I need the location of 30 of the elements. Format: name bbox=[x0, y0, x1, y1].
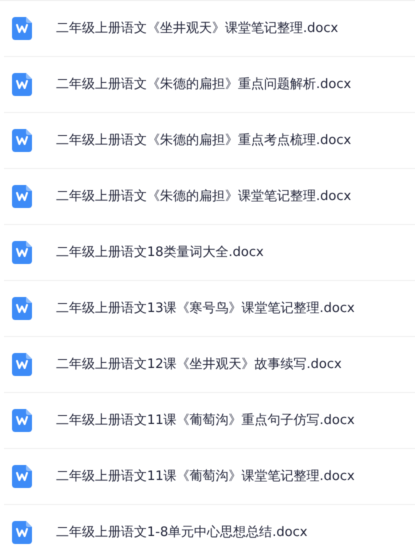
document-icon bbox=[12, 17, 32, 40]
file-row[interactable]: 二年级上册语文18类量词大全.docx bbox=[4, 225, 415, 281]
document-icon bbox=[12, 185, 32, 208]
file-row[interactable]: 二年级上册语文11课《葡萄沟》重点句子仿写.docx bbox=[4, 393, 415, 449]
file-name: 二年级上册语文11课《葡萄沟》重点句子仿写.docx bbox=[56, 412, 355, 430]
document-icon bbox=[12, 353, 32, 376]
file-name: 二年级上册语文《朱德的扁担》重点考点梳理.docx bbox=[56, 132, 352, 150]
file-name: 二年级上册语文《坐井观天》课堂笔记整理.docx bbox=[56, 20, 338, 38]
file-row[interactable]: 二年级上册语文《朱德的扁担》重点问题解析.docx bbox=[4, 57, 415, 113]
document-icon bbox=[12, 73, 32, 96]
document-icon bbox=[12, 521, 32, 544]
file-name: 二年级上册语文《朱德的扁担》课堂笔记整理.docx bbox=[56, 188, 352, 206]
file-row[interactable]: 二年级上册语文《坐井观天》课堂笔记整理.docx bbox=[4, 1, 415, 57]
document-icon bbox=[12, 241, 32, 264]
file-row[interactable]: 二年级上册语文《朱德的扁担》课堂笔记整理.docx bbox=[4, 169, 415, 225]
file-name: 二年级上册语文18类量词大全.docx bbox=[56, 244, 264, 262]
file-row[interactable]: 二年级上册语文《朱德的扁担》重点考点梳理.docx bbox=[4, 113, 415, 169]
file-name: 二年级上册语文11课《葡萄沟》课堂笔记整理.docx bbox=[56, 468, 355, 486]
file-row[interactable]: 二年级上册语文11课《葡萄沟》课堂笔记整理.docx bbox=[4, 449, 415, 505]
file-name: 二年级上册语文1-8单元中心思想总结.docx bbox=[56, 524, 308, 542]
document-icon bbox=[12, 465, 32, 488]
file-name: 二年级上册语文13课《寒号鸟》课堂笔记整理.docx bbox=[56, 300, 355, 318]
file-row[interactable]: 二年级上册语文12课《坐井观天》故事续写.docx bbox=[4, 337, 415, 393]
document-icon bbox=[12, 409, 32, 432]
file-row[interactable]: 二年级上册语文13课《寒号鸟》课堂笔记整理.docx bbox=[4, 281, 415, 337]
file-row[interactable]: 二年级上册语文1-8单元中心思想总结.docx bbox=[4, 505, 415, 552]
document-icon bbox=[12, 129, 32, 152]
document-icon bbox=[12, 297, 32, 320]
file-name: 二年级上册语文《朱德的扁担》重点问题解析.docx bbox=[56, 76, 352, 94]
file-name: 二年级上册语文12课《坐井观天》故事续写.docx bbox=[56, 356, 342, 374]
